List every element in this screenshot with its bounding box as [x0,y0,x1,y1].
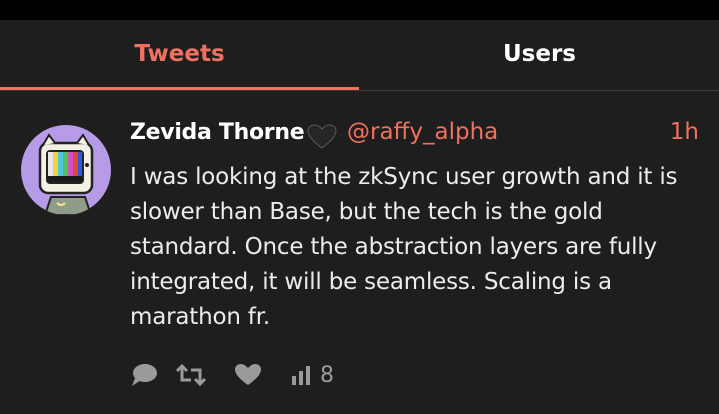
active-tab-indicator [0,87,359,90]
views-button[interactable]: 8 [290,360,334,390]
avatar[interactable] [21,125,111,215]
tweet-actions: 8 [130,360,430,390]
comment-icon [132,364,157,386]
tweet-timestamp: 1h [669,119,699,145]
tv-head-avatar-icon [38,133,94,215]
black-heart-icon [307,124,337,150]
retweet-button[interactable] [176,360,206,390]
top-bar [0,0,719,20]
tab-tweets-label: Tweets [134,41,225,67]
views-count: 8 [320,362,334,388]
retweet-icon [176,363,206,387]
tab-bar: Tweets Users [0,20,719,91]
heart-icon [235,364,261,385]
bar-chart-icon [292,366,310,385]
tab-tweets[interactable]: Tweets [0,20,359,90]
like-button[interactable] [234,360,262,390]
tweet-text: I was looking at the zkSync user growth … [130,164,678,330]
feed-panel: Tweets Users Zevida Thorne @raffy_alpha … [0,20,719,414]
author-name[interactable]: Zevida Thorne [130,120,305,145]
tab-users-label: Users [503,41,576,67]
reply-button[interactable] [130,360,158,390]
tweet-item[interactable]: Zevida Thorne @raffy_alpha 1h I was look… [0,92,719,414]
tab-users[interactable]: Users [360,20,719,88]
author-handle[interactable]: @raffy_alpha [347,119,498,145]
